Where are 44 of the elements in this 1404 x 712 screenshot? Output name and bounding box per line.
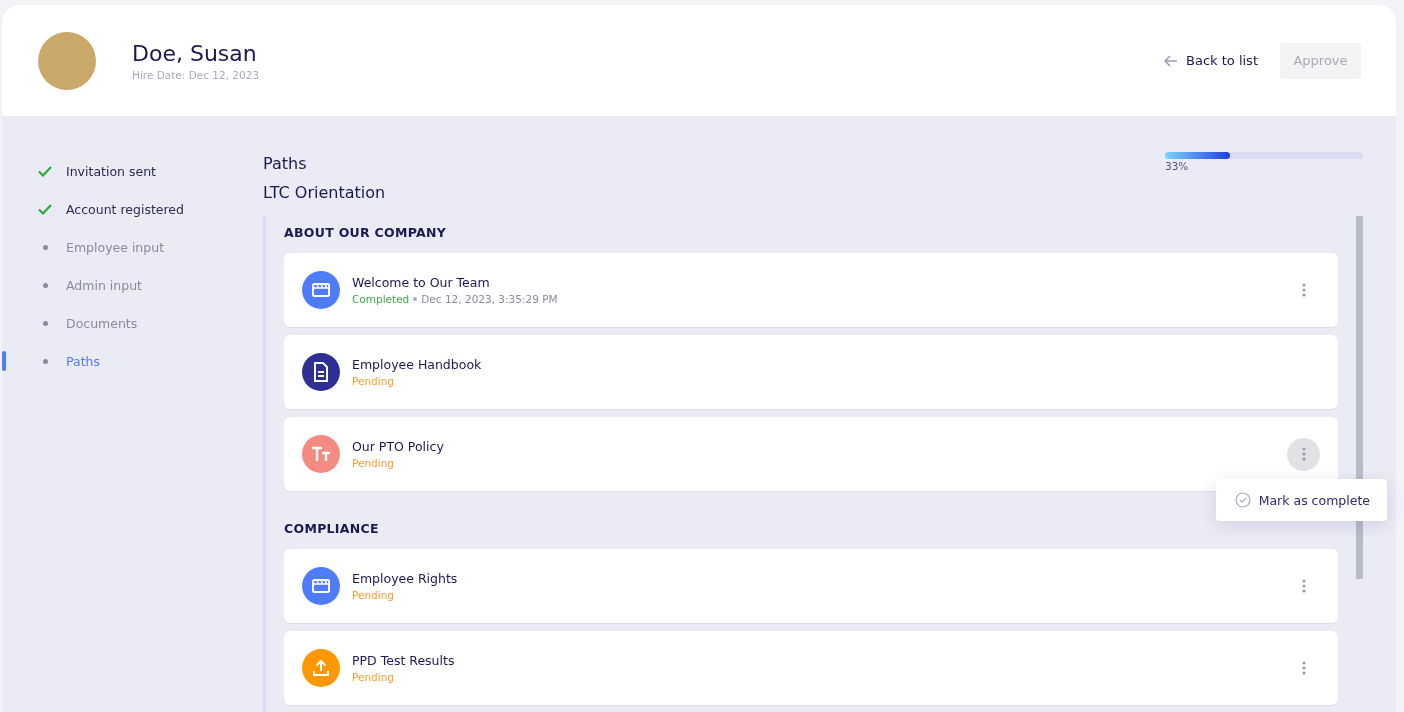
section-heading: ABOUT OUR COMPANY (284, 225, 448, 240)
vertical-dots-icon (1301, 579, 1306, 593)
step-label: Documents (66, 315, 138, 331)
employee-name: Doe, Susan (132, 40, 258, 66)
section-title: Paths (263, 154, 307, 173)
item-status: Pending (352, 589, 394, 601)
item-status: Pending (352, 375, 394, 387)
step-item[interactable]: Paths (2, 342, 263, 380)
step-item[interactable]: Invitation sent (2, 152, 263, 190)
hire-date: Hire Date: Dec 12, 2023 (132, 68, 260, 81)
vertical-dots-icon (1301, 661, 1306, 675)
step-label: Paths (66, 353, 100, 369)
vertical-dots-icon (1301, 447, 1306, 461)
avatar-photo-placeholder (38, 31, 96, 90)
separator-dot (413, 297, 418, 301)
more-options-button[interactable] (1287, 437, 1320, 471)
section-heading: COMPLIANCE (284, 521, 380, 536)
item-status: Completed (352, 293, 410, 305)
progress-reading: 33% (1165, 160, 1190, 172)
left-arrow-icon (1164, 54, 1178, 67)
item-title: Our PTO Policy (352, 439, 444, 454)
step-item[interactable]: Admin input (2, 266, 263, 304)
menu-item-label: Mark as complete (1258, 492, 1370, 508)
item-title: Employee Handbook (352, 357, 482, 372)
step-label: Invitation sent (66, 163, 156, 179)
item-status: Pending (352, 457, 394, 469)
step-label: Account registered (66, 201, 184, 217)
back-link-label: Back to list (1186, 53, 1258, 68)
step-item[interactable]: Documents (2, 304, 263, 342)
mark-complete-menu-item[interactable]: Mark as complete (1234, 492, 1370, 508)
path-name: LTC Orientation (263, 183, 387, 202)
circle-check-icon (1234, 492, 1251, 508)
step-label: Admin input (66, 277, 142, 293)
step-item[interactable]: Account registered (2, 190, 263, 228)
selection-bar (2, 351, 6, 371)
step-item[interactable]: Employee input (2, 228, 263, 266)
step-label: Employee input (66, 239, 165, 255)
item-title: Employee Rights (352, 571, 458, 586)
vertical-dots-icon (1301, 283, 1306, 297)
item-title: Welcome to Our Team (352, 275, 491, 290)
item-status: Pending (352, 671, 394, 683)
completed-date: Dec 12, 2023, 3:35:29 PM (421, 293, 558, 305)
item-title: PPD Test Results (352, 653, 455, 668)
back-link[interactable]: Back to list (1164, 53, 1258, 68)
